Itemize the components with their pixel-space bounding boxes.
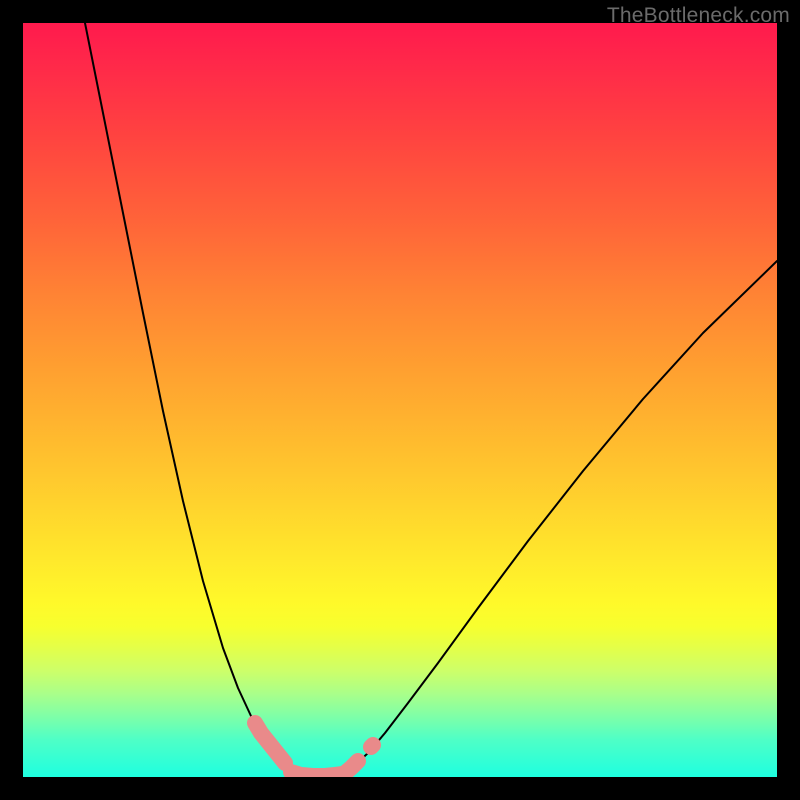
series-highlight-dot <box>371 745 373 747</box>
curve-group <box>85 23 777 776</box>
series-highlight-right <box>345 761 358 773</box>
series-highlight-bottom <box>291 772 343 776</box>
curve-plot <box>23 23 777 777</box>
series-highlight-left <box>255 723 285 763</box>
series-left-curve <box>85 23 306 775</box>
watermark-text: TheBottleneck.com <box>607 4 790 28</box>
series-right-curve <box>343 261 777 775</box>
